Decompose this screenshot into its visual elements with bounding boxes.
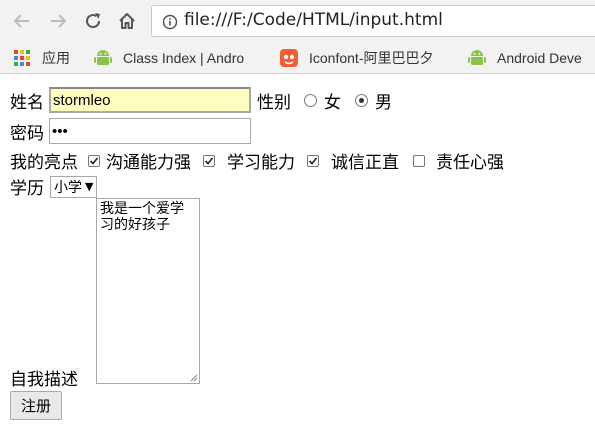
bookmark-label: 应用: [42, 50, 70, 66]
reload-button[interactable]: [80, 8, 106, 34]
bookmark-apps[interactable]: 应用: [12, 48, 70, 68]
name-input-value: stormleo: [53, 91, 111, 109]
forward-arrow-icon: [51, 14, 67, 28]
highlights-label: 我的亮点: [10, 153, 78, 173]
resize-handle-icon[interactable]: [188, 372, 198, 382]
gender-radio-male[interactable]: [355, 93, 368, 107]
bookmark-label: Iconfont-阿里巴巴夕: [309, 50, 434, 66]
password-row: 密码 •••: [10, 118, 251, 144]
home-icon: [119, 13, 135, 29]
highlight-label-integrity: 诚信正直: [331, 153, 399, 173]
info-icon[interactable]: [162, 14, 178, 30]
gender-label: 性别: [257, 92, 291, 113]
back-arrow-icon: [13, 14, 29, 28]
dropdown-arrow-icon: ▼: [85, 180, 94, 193]
back-button[interactable]: [9, 8, 35, 34]
password-input[interactable]: •••: [49, 118, 251, 144]
forward-button[interactable]: [45, 8, 71, 34]
highlight-checkbox-communication[interactable]: [88, 154, 100, 167]
address-url: file:///F:/Code/HTML/input.html: [184, 10, 443, 30]
home-button[interactable]: [114, 8, 140, 34]
bookmark-label: Android Deve: [497, 50, 582, 66]
register-button[interactable]: 注册: [10, 391, 62, 420]
education-selected-value: 小学: [54, 179, 82, 196]
bookmarks-bar: 应用 Class Index | Andro Iconfont-阿里巴巴夕 An…: [0, 42, 595, 74]
name-gender-row: 姓名 stormleo 性别 女 男: [10, 87, 392, 113]
address-bar[interactable]: file:///F:/Code/HTML/input.html: [151, 5, 595, 37]
education-label: 学历: [10, 179, 44, 199]
highlight-checkbox-integrity[interactable]: [307, 154, 319, 167]
description-textarea[interactable]: 我是一个爱学习的好孩子: [96, 198, 200, 384]
bookmark-android-dev[interactable]: Android Deve: [467, 48, 582, 68]
page-content: 姓名 stormleo 性别 女 男 密码 ••• 我的亮点 沟通能力强 学习能…: [0, 74, 595, 442]
highlights-row: 我的亮点 沟通能力强 学习能力 诚信正直 责任心强: [10, 148, 504, 173]
bookmark-iconfont[interactable]: Iconfont-阿里巴巴夕: [279, 48, 454, 68]
apps-grid-icon: [12, 48, 32, 68]
checkmark-icon: [308, 156, 318, 165]
name-label: 姓名: [10, 92, 44, 113]
browser-toolbar: file:///F:/Code/HTML/input.html: [0, 0, 595, 42]
checkmark-icon: [89, 156, 99, 165]
description-text: 我是一个爱学习的好孩子: [100, 201, 184, 233]
gender-option-male: 男: [375, 92, 392, 113]
android-icon: [93, 48, 113, 68]
register-button-label: 注册: [20, 397, 51, 415]
checkmark-icon: [204, 156, 214, 165]
bookmark-label: Class Index | Andro: [123, 50, 245, 66]
android-icon: [467, 48, 487, 68]
highlight-checkbox-learning[interactable]: [203, 154, 215, 167]
iconfont-icon: [279, 48, 299, 68]
gender-radio-female[interactable]: [304, 93, 317, 107]
reload-icon: [86, 13, 101, 29]
bookmark-class-index[interactable]: Class Index | Andro: [93, 48, 265, 68]
gender-option-female: 女: [324, 92, 341, 113]
highlight-label-communication: 沟通能力强: [106, 153, 191, 173]
education-select[interactable]: 小学 ▼: [50, 175, 98, 198]
highlight-checkbox-responsibility[interactable]: [413, 154, 425, 167]
highlight-label-learning: 学习能力: [227, 153, 295, 173]
education-row: 学历 小学 ▼: [10, 174, 98, 199]
password-label: 密码: [10, 123, 44, 144]
highlight-label-responsibility: 责任心强: [436, 153, 504, 173]
description-label: 自我描述: [10, 370, 78, 390]
name-input[interactable]: stormleo: [49, 87, 251, 113]
password-input-value: •••: [52, 122, 68, 140]
